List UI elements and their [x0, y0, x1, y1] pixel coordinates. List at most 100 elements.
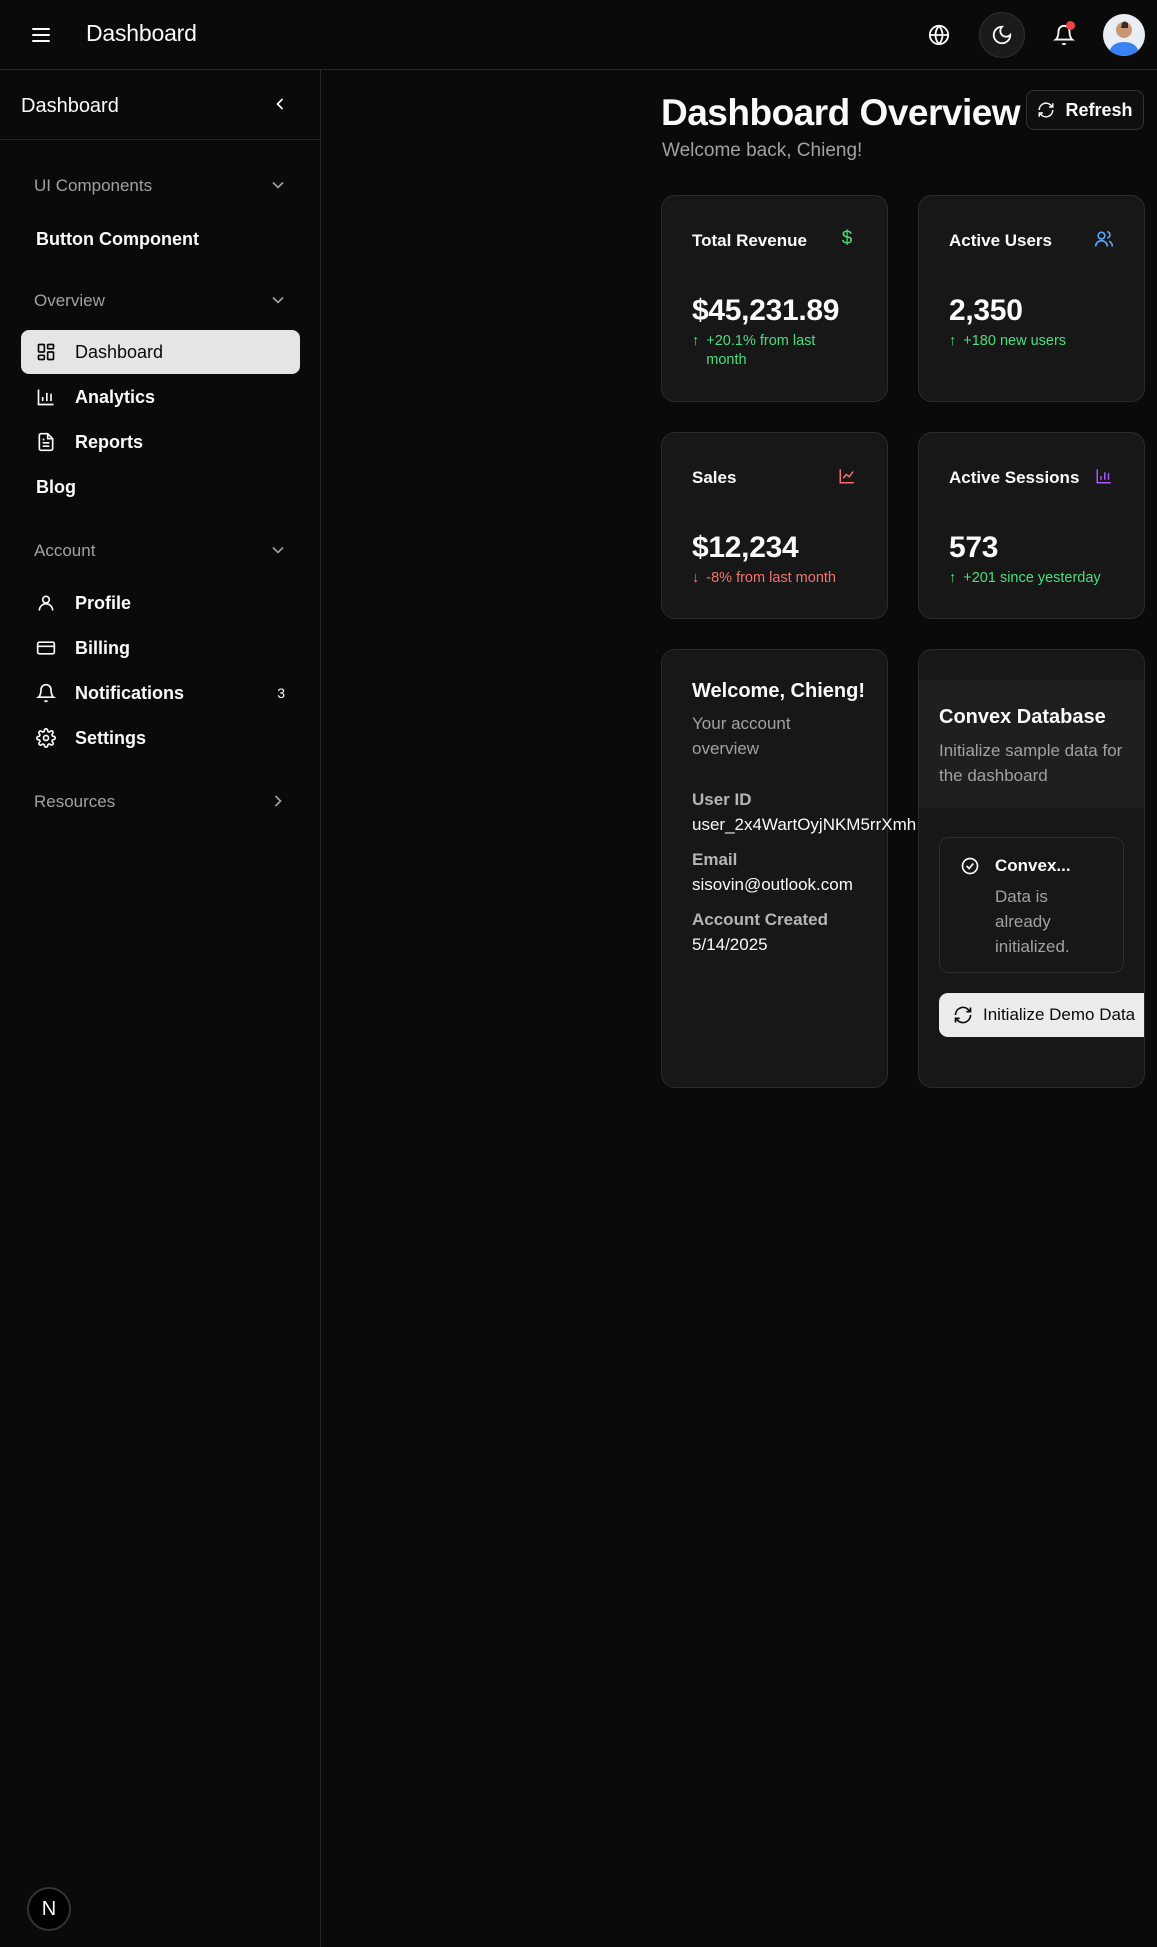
- user-icon: [35, 592, 57, 614]
- group-label-resources[interactable]: Resources: [34, 792, 115, 812]
- user-id-label: User ID: [692, 790, 752, 809]
- language-button[interactable]: [916, 12, 962, 58]
- refresh-icon: [954, 1006, 972, 1024]
- group-label-account[interactable]: Account: [34, 541, 95, 561]
- file-text-icon: [35, 431, 57, 453]
- group-label-overview[interactable]: Overview: [34, 291, 105, 311]
- refresh-icon: [1038, 102, 1054, 118]
- main-content: Dashboard Overview Welcome back, Chieng!…: [321, 70, 1157, 1947]
- chevron-down-icon[interactable]: [268, 290, 288, 310]
- menu-icon[interactable]: [28, 22, 54, 48]
- welcome-title: Welcome, Chieng!: [692, 680, 865, 702]
- stat-title: Active Users: [949, 231, 1053, 250]
- avatar[interactable]: [1103, 14, 1145, 56]
- moon-icon: [992, 25, 1012, 45]
- stat-value: 573: [949, 531, 999, 564]
- trend-chart-icon: [837, 466, 857, 486]
- users-icon: [1094, 229, 1114, 249]
- stat-change: ↑ +201 since yesterday: [949, 569, 1109, 588]
- group-label-ui-components[interactable]: UI Components: [34, 176, 152, 196]
- sidebar-item-label: Billing: [75, 637, 130, 658]
- arrow-up-icon: ↑: [692, 333, 700, 349]
- gear-icon: [35, 727, 57, 749]
- sidebar-item-reports[interactable]: Reports: [21, 420, 300, 464]
- stat-card-total-revenue: Total Revenue $ $45,231.89 ↑ +20.1% from…: [661, 195, 888, 402]
- status-title: Convex...: [995, 856, 1071, 875]
- database-card-header: Convex Database Initialize sample data f…: [919, 680, 1144, 808]
- stat-change-text: -8% from last month: [706, 570, 836, 586]
- account-created-value: 5/14/2025: [692, 935, 768, 954]
- chevron-down-icon[interactable]: [268, 175, 288, 195]
- stat-card-active-sessions: Active Sessions 573 ↑ +201 since yesterd…: [918, 432, 1145, 619]
- sidebar-item-blog[interactable]: Blog: [21, 465, 300, 509]
- status-message: Data is already initialized.: [995, 887, 1070, 956]
- welcome-subtitle: Your account overview: [692, 714, 791, 758]
- stat-value: 2,350: [949, 294, 1023, 327]
- sidebar-item-label: Dashboard: [75, 341, 164, 362]
- sidebar-title: Dashboard: [21, 95, 119, 117]
- stat-value: $45,231.89: [692, 294, 840, 327]
- refresh-label: Refresh: [1065, 99, 1133, 120]
- stat-change-text: +20.1% from last month: [706, 333, 816, 368]
- arrow-down-icon: ↓: [692, 570, 700, 586]
- stat-title: Active Sessions: [949, 468, 1080, 487]
- stat-title: Total Revenue: [692, 231, 807, 250]
- stat-change-text: +180 new users: [963, 333, 1067, 349]
- account-created-label: Account Created: [692, 910, 829, 929]
- chevron-down-icon[interactable]: [268, 540, 288, 560]
- database-title: Convex Database: [939, 706, 1106, 728]
- layout-grid-icon: [35, 341, 57, 363]
- bar-chart-icon: [35, 386, 57, 408]
- theme-toggle-button[interactable]: [979, 12, 1025, 58]
- nextjs-badge[interactable]: N: [27, 1887, 71, 1931]
- sidebar-item-notifications[interactable]: Notifications 3: [21, 671, 300, 715]
- sidebar-item-label: Settings: [75, 727, 147, 748]
- bar-chart-icon: [1094, 466, 1114, 486]
- database-subtitle: Initialize sample data for the dashboard: [939, 741, 1123, 785]
- dollar-icon: $: [841, 228, 853, 249]
- arrow-up-icon: ↑: [949, 570, 957, 586]
- sidebar-item-label: Reports: [75, 431, 144, 452]
- notification-dot: [1066, 21, 1075, 30]
- user-id-value: user_2x4WartOyjNKM5rrXmh: [692, 815, 917, 834]
- page-title: Dashboard Overview: [661, 92, 1021, 133]
- initialize-demo-data-label: Initialize Demo Data: [983, 1005, 1136, 1024]
- bell-icon: [35, 682, 57, 704]
- sidebar-item-billing[interactable]: Billing: [21, 626, 300, 670]
- notification-count-badge: 3: [277, 685, 285, 701]
- stat-value: $12,234: [692, 531, 799, 564]
- sidebar-item-dashboard[interactable]: Dashboard: [21, 330, 300, 374]
- check-circle-icon: [961, 857, 979, 875]
- sidebar-item-label: Blog: [36, 476, 76, 497]
- sidebar-item-settings[interactable]: Settings: [21, 716, 300, 760]
- sidebar-item-label: Button Component: [36, 228, 199, 249]
- top-bar: Dashboard: [0, 0, 1157, 70]
- stat-change: ↑ +180 new users: [949, 332, 1109, 351]
- collapse-sidebar-button[interactable]: [270, 94, 290, 114]
- app-title: Dashboard: [86, 20, 197, 46]
- stat-change: ↑ +20.1% from last month: [692, 332, 852, 370]
- sidebar-item-label: Profile: [75, 592, 132, 613]
- stat-card-active-users: Active Users 2,350 ↑ +180 new users: [918, 195, 1145, 402]
- credit-card-icon: [35, 637, 57, 659]
- sidebar-item-profile[interactable]: Profile: [21, 581, 300, 625]
- chevron-right-icon[interactable]: [268, 791, 288, 811]
- notifications-button[interactable]: [1041, 12, 1087, 58]
- stat-change-text: +201 since yesterday: [963, 570, 1101, 586]
- sidebar-item-analytics[interactable]: Analytics: [21, 375, 300, 419]
- initialize-demo-data-button[interactable]: Initialize Demo Data: [939, 993, 1144, 1037]
- globe-icon: [928, 24, 950, 46]
- arrow-up-icon: ↑: [949, 333, 957, 349]
- sidebar: Dashboard UI Components Button Component…: [0, 70, 321, 1947]
- refresh-button[interactable]: Refresh: [1026, 90, 1144, 130]
- sidebar-item-label: Notifications: [75, 682, 185, 703]
- sidebar-item-label: Analytics: [75, 386, 156, 407]
- email-value: sisovin@outlook.com: [692, 875, 853, 894]
- sidebar-item-button-component[interactable]: Button Component: [21, 217, 300, 261]
- page-subtitle: Welcome back, Chieng!: [662, 140, 863, 161]
- stat-change: ↓ -8% from last month: [692, 569, 852, 588]
- chevron-left-icon: [276, 98, 284, 110]
- welcome-card: Welcome, Chieng! Your account overview U…: [661, 649, 916, 1088]
- database-card: Convex Database Initialize sample data f…: [918, 649, 1145, 1088]
- email-label: Email: [692, 850, 738, 869]
